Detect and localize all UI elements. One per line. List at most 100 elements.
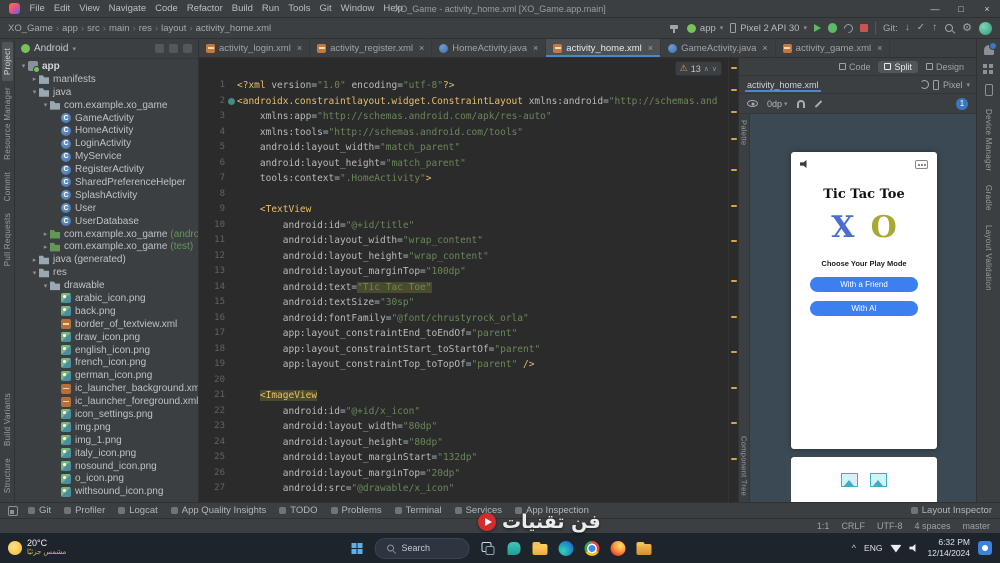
stop-button[interactable] [859,24,868,32]
menu-view[interactable]: View [75,3,104,14]
tool-button-device-manager[interactable]: Device Manager [984,109,993,171]
profiler-button[interactable] [842,21,855,35]
editor-tab[interactable]: activity_register.xml × [310,39,433,57]
tool-window-switcher-icon[interactable] [8,505,18,516]
tree-item[interactable]: ▸ com.example.xo_game (test) [15,240,198,253]
run-button[interactable] [813,24,821,32]
tree-item[interactable]: ▸ manifests [15,73,198,86]
editor-tab[interactable]: activity_game.xml × [776,39,891,57]
bell-icon[interactable] [983,42,997,55]
maximize-button[interactable]: □ [948,0,974,17]
breadcrumb-item[interactable]: src [87,23,100,34]
view-options-eye-icon[interactable] [747,100,758,107]
notification-center-button[interactable] [978,541,992,555]
tool-problems[interactable]: Problems [330,505,382,516]
close-tab-icon[interactable]: × [762,43,767,53]
search-everywhere-icon[interactable] [944,23,955,34]
tree-item[interactable]: ic_launcher_foreground.xml [15,395,198,408]
layout-inspector-button[interactable]: Layout Inspector [910,505,992,516]
prev-warning-icon[interactable]: ∧ [704,65,709,73]
panel-settings-icon[interactable] [183,44,192,53]
close-tab-icon[interactable]: × [877,43,882,53]
tool-button-layout-validation[interactable]: Layout Validation [984,225,993,291]
tree-item[interactable]: border_of_textview.xml [15,318,198,331]
hidden-icons-chevron[interactable]: ^ [852,543,856,553]
tree-item[interactable]: back.png [15,305,198,318]
view-mode-code[interactable]: Code [833,61,877,73]
tree-item[interactable]: english_icon.png [15,344,198,357]
collapse-all-icon[interactable] [169,44,178,53]
tree-item[interactable]: o_icon.png [15,473,198,486]
clock[interactable]: 6:32 PM 12/14/2024 [927,537,970,558]
editor-scrollbar[interactable] [728,58,738,502]
tree-item[interactable]: C RegisterActivity [15,163,198,176]
tree-item[interactable]: ▸ java (generated) [15,253,198,266]
tree-item[interactable]: ▾ com.example.xo_game [15,99,198,112]
tool-button-build-variants[interactable]: Build Variants [2,387,13,452]
language-indicator[interactable]: ENG [864,543,882,553]
file-encoding[interactable]: UTF-8 [877,521,903,531]
tool-button-resource-manager[interactable]: Resource Manager [2,81,13,166]
tree-item[interactable]: french_icon.png [15,356,198,369]
taskbar-search[interactable]: Search [374,537,470,559]
minimize-button[interactable]: — [922,0,948,17]
tree-item[interactable]: C SharedPreferenceHelper [15,176,198,189]
breadcrumb-item[interactable]: activity_home.xml [196,23,272,34]
profile-avatar[interactable] [979,21,992,35]
next-warning-icon[interactable]: ∨ [712,65,717,73]
debug-button[interactable] [827,23,837,33]
tree-item[interactable]: C SplashActivity [15,189,198,202]
palette-tab[interactable]: Palette [740,120,749,145]
menu-file[interactable]: File [25,3,49,14]
folder-icon[interactable] [633,538,654,559]
tool-button-structure[interactable]: Structure [2,452,13,499]
task-view-icon[interactable] [477,538,498,559]
tool-app-quality-insights[interactable]: App Quality Insights [170,505,266,516]
run-config-selector[interactable]: app ▾ [686,23,723,34]
project-view-selector[interactable]: Android [34,43,68,54]
tree-item[interactable]: ▾ app [15,60,198,74]
menu-refactor[interactable]: Refactor [182,3,227,14]
tree-item[interactable]: C UserDatabase [15,215,198,228]
refresh-icon[interactable] [919,80,929,89]
chat-icon[interactable] [503,538,524,559]
weather-widget[interactable]: 20°C مشمس جزئيًا [8,538,66,557]
tool-button-project[interactable]: Project [1,42,13,81]
select-opened-file-icon[interactable] [155,44,164,53]
tool-button-gradle[interactable]: Gradle [984,185,993,211]
tree-item[interactable]: ▾ res [15,266,198,279]
component-tree-tab[interactable]: Component Tree [740,436,749,496]
tool-todo[interactable]: TODO [279,505,318,516]
menu-run[interactable]: Run [257,3,283,14]
git-commit-icon[interactable]: ✓ [917,23,925,33]
tool-terminal[interactable]: Terminal [394,505,442,516]
tree-item[interactable]: withsound_icon.png [15,485,198,498]
device-selector[interactable]: Pixel 2 API 30 ▾ [730,23,807,34]
tree-item[interactable]: ▸com.example.xo_game (androidTest) [15,228,198,241]
tree-item[interactable]: img.png [15,421,198,434]
editor-tab[interactable]: activity_login.xml × [199,39,311,57]
tree-item[interactable]: C HomeActivity [15,124,198,137]
editor-tab[interactable]: activity_home.xml × [546,39,662,57]
editor-gutter[interactable]: 1 2 3 4 5 6 7 8 9 10 11 12 13 14 15 16 17 18 19 20 21 22 23 24 2… [199,78,237,502]
volume-icon[interactable] [909,543,916,553]
tree-item[interactable]: ▾ drawable [15,279,198,292]
cursor-position[interactable]: 1:1 [817,521,830,531]
tool-git[interactable]: Git [28,505,51,516]
close-tab-icon[interactable]: × [533,43,538,53]
editor-tab[interactable]: GameActivity.java × [661,39,776,57]
tree-item[interactable]: C LoginActivity [15,137,198,150]
phone-icon[interactable] [984,84,993,96]
tool-button-commit[interactable]: Commit [2,166,13,207]
pen-icon[interactable] [814,99,822,108]
menu-tools[interactable]: Tools [284,3,315,14]
editor-tab[interactable]: HomeActivity.java × [432,39,547,57]
editor-code[interactable]: <?xml version="1.0" encoding="utf-8"?> <a… [237,78,728,502]
wifi-icon[interactable] [890,544,902,553]
close-tab-icon[interactable]: × [419,43,424,53]
tool-button-pull-requests[interactable]: Pull Requests [2,207,13,272]
menu-window[interactable]: Window [336,3,379,14]
breadcrumb-item[interactable]: layout [161,23,186,34]
default-margins-selector[interactable]: 0dp ▾ [767,99,788,109]
git-push-icon[interactable]: ↑ [932,23,937,33]
